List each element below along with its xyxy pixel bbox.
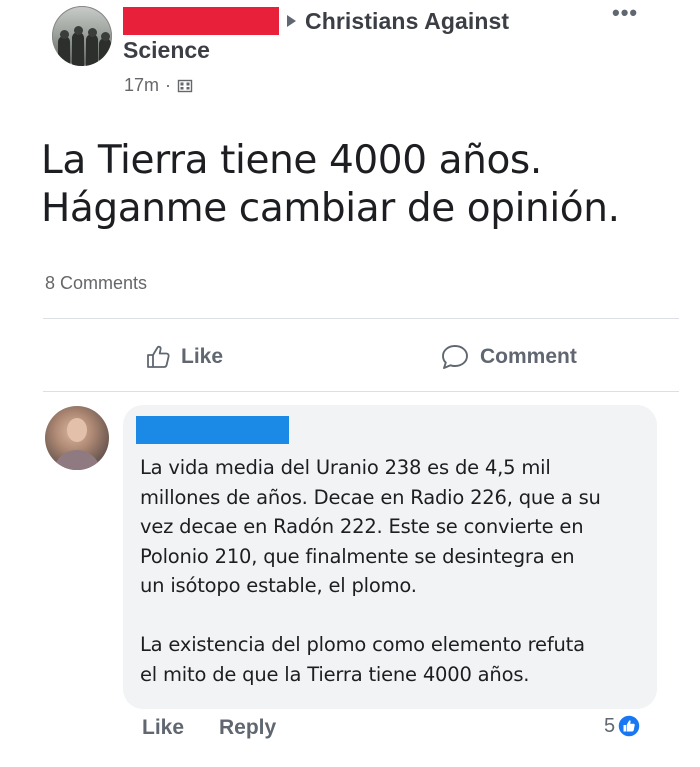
comment-like-button[interactable]: Like xyxy=(142,716,184,740)
group-avatar[interactable] xyxy=(52,6,112,66)
comment-paragraph: La vida media del Uranio 238 es de 4,5 m… xyxy=(140,453,650,601)
comment-button[interactable]: Comment xyxy=(440,340,577,374)
post-meta: 17m · xyxy=(124,75,193,96)
comment-button-label: Comment xyxy=(480,345,577,368)
comment-line: el mito de que la Tierra tiene 4000 años… xyxy=(140,662,530,686)
comment-line: La existencia del plomo como elemento re… xyxy=(140,633,585,656)
post-header: Christians Against Science 17m · ••• xyxy=(0,0,700,110)
group-name-link[interactable]: Christians Against xyxy=(305,8,509,35)
avatar-figure xyxy=(86,34,98,66)
more-options-icon[interactable]: ••• xyxy=(612,2,638,24)
meta-separator: · xyxy=(165,75,172,95)
comment-line: un isótopo estable, el plomo. xyxy=(140,574,417,597)
avatar-shirt xyxy=(53,450,101,470)
comment-bubble: La vida media del Uranio 238 es de 4,5 m… xyxy=(123,405,657,709)
comment-text: La vida media del Uranio 238 es de 4,5 m… xyxy=(140,453,650,689)
speech-bubble-icon xyxy=(442,345,468,369)
redacted-commenter-name xyxy=(136,416,289,444)
post-action-bar: Like Comment xyxy=(0,330,700,386)
post-text-line: La Tierra tiene 4000 años. xyxy=(41,138,542,183)
like-button-label: Like xyxy=(181,345,224,368)
avatar-figure xyxy=(58,36,70,66)
post-text-line: Háganme cambiar de opinión. xyxy=(41,186,620,231)
comment-count[interactable]: 8 Comments xyxy=(45,273,147,294)
avatar-figure xyxy=(72,32,84,66)
divider xyxy=(43,391,679,392)
comment-line: Polonio 210, que finalmente se desintegr… xyxy=(140,544,575,568)
post-text: La Tierra tiene 4000 años. Háganme cambi… xyxy=(41,137,681,233)
avatar-figure xyxy=(99,38,111,66)
comment-paragraph: La existencia del plomo como elemento re… xyxy=(140,630,650,689)
reaction-count: 5 xyxy=(604,714,616,737)
comment-reply-button[interactable]: Reply xyxy=(219,716,276,740)
avatar-figure-head xyxy=(74,26,83,35)
divider xyxy=(43,318,679,319)
comment-reactions[interactable]: 5 xyxy=(604,714,641,738)
redacted-author-name xyxy=(123,7,279,35)
avatar-figure-head xyxy=(101,32,110,41)
like-reaction-icon xyxy=(617,714,641,738)
avatar-figure-head xyxy=(60,30,69,39)
like-button[interactable]: Like xyxy=(145,340,223,374)
comment-line: millones de años. Decae en Radio 226, qu… xyxy=(140,485,601,509)
commenter-avatar[interactable] xyxy=(45,406,109,470)
thumbs-up-icon xyxy=(147,345,170,368)
group-audience-icon xyxy=(177,79,193,92)
comment-line: La vida media del Uranio 238 es de 4,5 m… xyxy=(140,456,551,479)
comment-line: vez decae en Radón 222. Este se conviert… xyxy=(140,515,584,538)
post-timestamp[interactable]: 17m xyxy=(124,75,159,96)
avatar-face xyxy=(67,418,87,442)
shared-to-arrow-icon xyxy=(287,15,296,27)
post-author-line: Christians Against xyxy=(123,6,509,36)
group-name-link-continued[interactable]: Science xyxy=(123,37,210,64)
avatar-figure-head xyxy=(88,28,97,37)
